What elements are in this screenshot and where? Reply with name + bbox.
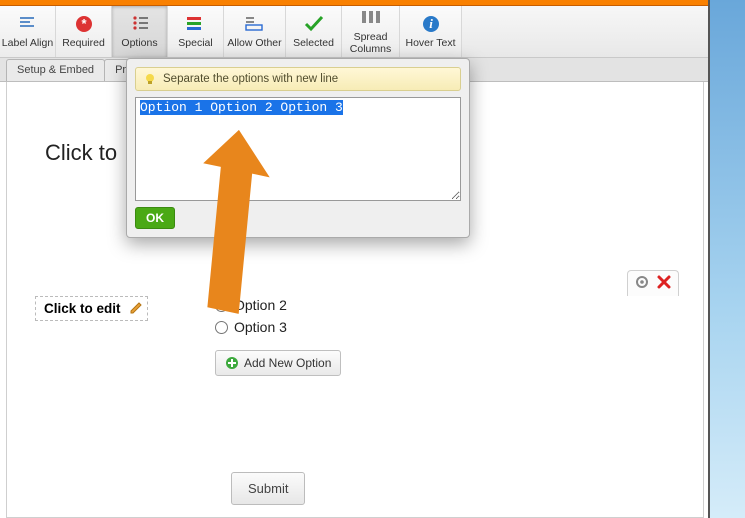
- spread-columns-button[interactable]: Spread Columns: [342, 6, 400, 57]
- pencil-icon: [129, 301, 143, 318]
- options-list: Option 2 Option 3 Add New Option: [215, 294, 341, 376]
- selected-button[interactable]: Selected: [286, 6, 342, 57]
- options-textarea[interactable]: Option 1 Option 2 Option 3: [135, 97, 461, 201]
- options-button[interactable]: Options: [112, 6, 168, 57]
- selected-text: Option 1 Option 2 Option 3: [140, 100, 343, 115]
- hover-text-icon: i: [421, 14, 441, 36]
- options-icon: [130, 14, 150, 36]
- tab-setup-embed[interactable]: Setup & Embed: [6, 59, 105, 81]
- plus-icon: [225, 356, 239, 370]
- delete-icon[interactable]: [656, 274, 672, 293]
- label-align-text: Label Align: [2, 38, 53, 50]
- allow-other-button[interactable]: Allow Other: [224, 6, 286, 57]
- question-label[interactable]: Click to edit: [35, 296, 148, 321]
- lightbulb-icon: [143, 72, 157, 86]
- hint-text: Separate the options with new line: [163, 73, 338, 85]
- selected-text: Selected: [293, 38, 334, 50]
- special-button[interactable]: Special: [168, 6, 224, 57]
- question-toolbar: [627, 270, 679, 296]
- allow-other-text: Allow Other: [227, 38, 281, 50]
- special-text: Special: [178, 38, 212, 50]
- radio-input[interactable]: [215, 299, 228, 312]
- option-label: Option 3: [234, 319, 287, 335]
- desktop-background: [710, 0, 745, 518]
- spread-columns-text: Spread Columns: [350, 32, 391, 55]
- app-window: Label Align * Required Options Special A…: [0, 0, 710, 518]
- ribbon-toolbar: Label Align * Required Options Special A…: [0, 6, 708, 58]
- add-option-label: Add New Option: [244, 356, 331, 370]
- radio-input[interactable]: [215, 321, 228, 334]
- option-label: Option 2: [234, 297, 287, 313]
- hover-text-text: Hover Text: [406, 38, 456, 50]
- label-align-icon: [18, 14, 38, 36]
- ok-button[interactable]: OK: [135, 207, 175, 229]
- hint-bar: Separate the options with new line: [135, 67, 461, 91]
- options-text: Options: [121, 38, 157, 50]
- hover-text-button[interactable]: i Hover Text: [400, 6, 462, 57]
- gear-icon[interactable]: [634, 274, 650, 293]
- spread-columns-icon: [360, 8, 382, 30]
- form-title[interactable]: Click to: [45, 140, 117, 166]
- question-label-text: Click to edit: [44, 301, 121, 316]
- allow-other-icon: [244, 14, 266, 36]
- required-button[interactable]: * Required: [56, 6, 112, 57]
- required-icon: *: [74, 14, 94, 36]
- selected-icon: [303, 14, 325, 36]
- svg-text:i: i: [429, 16, 433, 31]
- option-row[interactable]: Option 3: [215, 316, 341, 338]
- add-option-button[interactable]: Add New Option: [215, 350, 341, 376]
- required-text: Required: [62, 38, 105, 50]
- options-popup: Separate the options with new line Optio…: [126, 58, 470, 238]
- label-align-button[interactable]: Label Align: [0, 6, 56, 57]
- question-block[interactable]: Click to edit Option 2 Option 3 Add New …: [29, 290, 689, 323]
- submit-button[interactable]: Submit: [231, 472, 305, 505]
- option-row[interactable]: Option 2: [215, 294, 341, 316]
- special-icon: [185, 14, 207, 36]
